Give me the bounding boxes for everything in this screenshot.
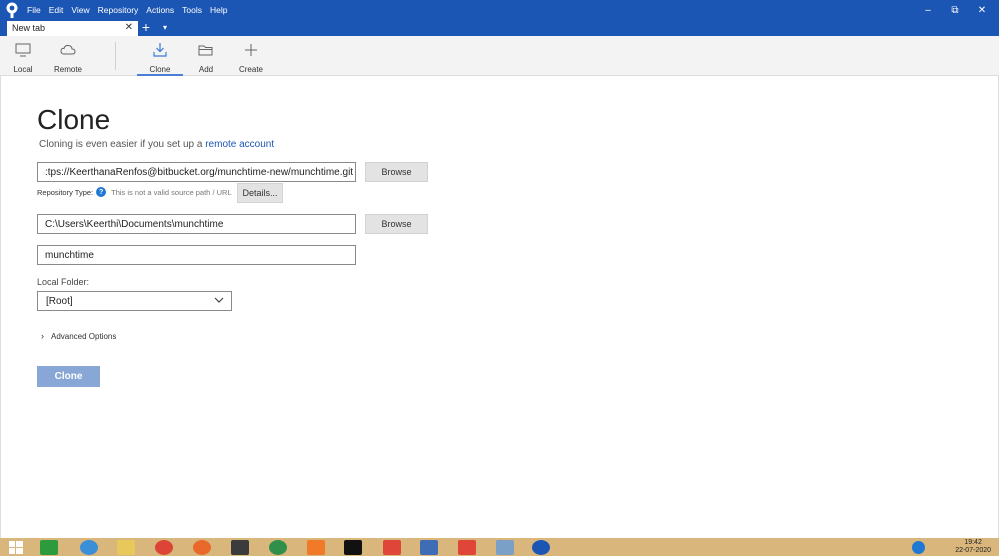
firefox-icon[interactable] xyxy=(193,540,211,555)
toolbar-create-label: Create xyxy=(238,65,263,74)
toolbar-clone-button[interactable]: Clone xyxy=(137,36,183,76)
close-window-button[interactable]: ✕ xyxy=(965,0,999,20)
xampp-icon[interactable] xyxy=(307,540,325,555)
clone-panel: Clone Cloning is even easier if you set … xyxy=(0,76,999,538)
repository-type-row: Repository Type: ? This is not a valid s… xyxy=(37,187,232,197)
folder-icon xyxy=(198,45,213,56)
windows-start-icon[interactable] xyxy=(7,540,25,555)
browse-source-button[interactable]: Browse xyxy=(365,162,428,182)
tab-menu-chevron-icon[interactable]: ▾ xyxy=(160,20,170,36)
local-folder-label: Local Folder: xyxy=(37,277,90,287)
git-icon[interactable] xyxy=(383,540,401,555)
toolbar-add-label: Add xyxy=(198,65,214,74)
advanced-options-toggle[interactable]: › Advanced Options xyxy=(41,331,116,341)
page-title: Clone xyxy=(37,104,111,135)
toolbar-remote-button[interactable]: Remote xyxy=(45,36,91,76)
chevron-right-icon: › xyxy=(41,331,44,341)
repository-type-label: Repository Type: xyxy=(37,187,94,197)
menu-help[interactable]: Help xyxy=(210,5,227,15)
tab-new-tab[interactable]: New tab ✕ xyxy=(7,21,138,36)
menu-actions[interactable]: Actions xyxy=(146,5,174,15)
tab-strip: New tab ✕ + ▾ xyxy=(0,20,999,36)
clone-submit-button[interactable]: Clone xyxy=(37,366,100,387)
toolbar-clone-label: Clone xyxy=(149,65,171,74)
local-folder-select[interactable]: [Root] xyxy=(37,291,232,311)
git-gui-icon[interactable] xyxy=(458,540,476,555)
local-folder-value: [Root] xyxy=(46,296,73,307)
toolbar-remote-label: Remote xyxy=(53,65,82,74)
toolbar-add-button[interactable]: Add xyxy=(183,36,229,76)
excel-icon[interactable] xyxy=(40,540,58,555)
taskbar: 19:42 22-07-2020 xyxy=(0,538,999,556)
repository-name-input[interactable]: munchtime xyxy=(37,245,356,265)
file-explorer-icon[interactable] xyxy=(117,540,135,555)
toolbar-divider xyxy=(115,42,116,70)
chevron-down-icon xyxy=(214,297,224,303)
download-icon xyxy=(153,43,167,57)
notepad-icon[interactable] xyxy=(496,540,514,555)
help-tray-icon[interactable] xyxy=(912,540,926,554)
tab-label: New tab xyxy=(12,23,46,33)
menu-edit[interactable]: Edit xyxy=(49,5,64,15)
title-bar: File Edit View Repository Actions Tools … xyxy=(0,0,999,20)
subtitle: Cloning is even easier if you set up a r… xyxy=(39,139,274,150)
cloud-icon xyxy=(60,44,76,55)
toolbar: Local Remote Clone Add Create xyxy=(0,36,999,76)
terminal-icon[interactable] xyxy=(344,540,362,555)
advanced-options-label: Advanced Options xyxy=(51,331,117,341)
system-tray: 19:42 22-07-2020 xyxy=(912,538,999,556)
clock-time: 19:42 xyxy=(964,539,982,546)
sourcetree-logo-icon xyxy=(6,2,18,18)
internet-explorer-icon[interactable] xyxy=(80,540,98,555)
help-icon[interactable]: ? xyxy=(96,187,107,197)
hangouts-icon[interactable] xyxy=(269,540,287,555)
system-clock[interactable]: 19:42 22-07-2020 xyxy=(955,539,991,555)
toolbar-local-button[interactable]: Local xyxy=(0,36,46,76)
tab-close-icon[interactable]: ✕ xyxy=(125,22,133,33)
add-tab-button[interactable]: + xyxy=(140,20,152,36)
sourcetree-taskbar-icon[interactable] xyxy=(532,540,550,555)
menu-repository[interactable]: Repository xyxy=(98,5,139,15)
menu-view[interactable]: View xyxy=(71,5,89,15)
subtitle-text: Cloning is even easier if you set up a xyxy=(39,139,206,150)
clock-date: 22-07-2020 xyxy=(955,547,991,554)
plus-icon xyxy=(245,44,257,56)
browse-destination-button[interactable]: Browse xyxy=(365,214,428,234)
menu-bar: File Edit View Repository Actions Tools … xyxy=(27,0,235,20)
details-button[interactable]: Details... xyxy=(237,183,283,203)
menu-tools[interactable]: Tools xyxy=(182,5,202,15)
repository-type-note: This is not a valid source path / URL xyxy=(111,187,232,197)
remote-account-link[interactable]: remote account xyxy=(205,139,274,150)
toolbar-create-button[interactable]: Create xyxy=(228,36,274,76)
sublime-text-icon[interactable] xyxy=(231,540,249,555)
toolbar-local-label: Local xyxy=(13,65,33,74)
menu-file[interactable]: File xyxy=(27,5,41,15)
remote-desktop-icon[interactable] xyxy=(420,540,438,555)
monitor-icon xyxy=(15,43,31,57)
chrome-icon[interactable] xyxy=(155,540,173,555)
destination-path-input[interactable]: C:\Users\Keerthi\Documents\munchtime xyxy=(37,214,356,234)
source-url-input[interactable]: :tps://KeerthanaRenfos@bitbucket.org/mun… xyxy=(37,162,356,182)
